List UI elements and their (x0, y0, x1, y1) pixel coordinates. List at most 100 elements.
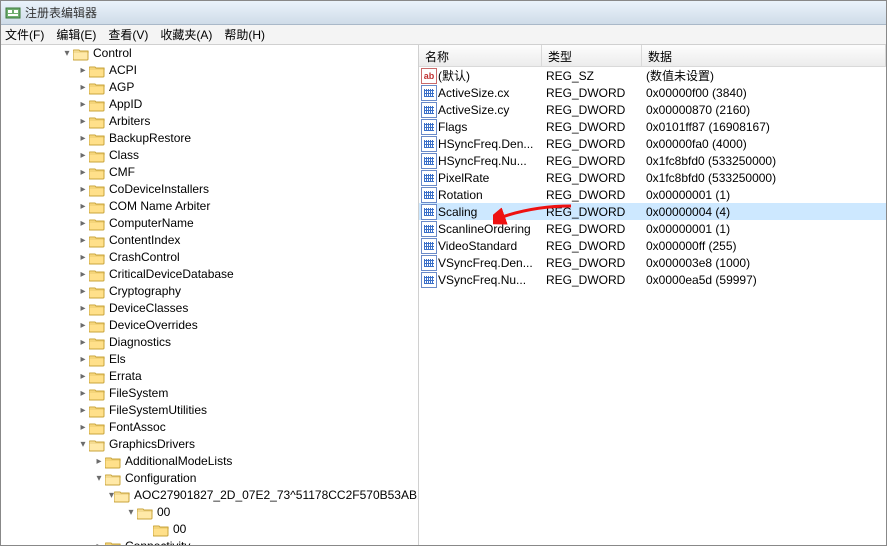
value-name: ScanlineOrdering (438, 222, 531, 236)
value-name: Scaling (438, 205, 477, 219)
tree-node[interactable]: ▸FontAssoc (77, 419, 418, 436)
value-data: 0x00000870 (2160) (642, 103, 886, 117)
collapse-icon[interactable]: ▾ (61, 48, 73, 60)
tree-node[interactable]: ▸Els (77, 351, 418, 368)
expand-icon[interactable]: ▸ (77, 218, 89, 230)
tree-node[interactable]: ▸Connectivity (93, 538, 418, 545)
tree-node[interactable]: ▸DeviceOverrides (77, 317, 418, 334)
expand-icon[interactable]: ▸ (77, 82, 89, 94)
expand-icon[interactable]: ▸ (77, 388, 89, 400)
tree-node[interactable]: ▾Control (61, 45, 418, 62)
tree-node[interactable]: ▸ComputerName (77, 215, 418, 232)
value-row[interactable]: HSyncFreq.Nu...REG_DWORD0x1fc8bfd0 (5332… (419, 152, 886, 169)
column-header-data[interactable]: 数据 (642, 45, 886, 66)
expand-icon[interactable]: ▸ (77, 405, 89, 417)
expand-icon[interactable]: ▸ (77, 65, 89, 77)
tree-node-label: COM Name Arbiter (107, 198, 212, 215)
tree-node[interactable]: ▸FileSystem (77, 385, 418, 402)
expand-icon[interactable]: ▸ (77, 252, 89, 264)
expand-icon[interactable]: ▸ (77, 150, 89, 162)
value-row[interactable]: ActiveSize.cyREG_DWORD0x00000870 (2160) (419, 101, 886, 118)
expand-icon[interactable]: ▸ (77, 320, 89, 332)
value-row[interactable]: FlagsREG_DWORD0x0101ff87 (16908167) (419, 118, 886, 135)
tree-node[interactable]: ▸Errata (77, 368, 418, 385)
tree-node[interactable]: ▸CMF (77, 164, 418, 181)
tree-node[interactable]: ▸AppID (77, 96, 418, 113)
folder-icon (89, 132, 105, 146)
value-data: 0x1fc8bfd0 (533250000) (642, 154, 886, 168)
expand-icon[interactable]: ▸ (77, 167, 89, 179)
expand-icon[interactable]: ▸ (77, 116, 89, 128)
expand-icon[interactable]: ▸ (77, 133, 89, 145)
collapse-icon[interactable]: ▾ (125, 507, 137, 519)
expand-icon[interactable]: ▸ (77, 354, 89, 366)
values-list: (默认)REG_SZ(数值未设置)ActiveSize.cxREG_DWORD0… (419, 67, 886, 288)
tree-node[interactable]: ▸Class (77, 147, 418, 164)
folder-icon (73, 47, 89, 61)
expand-icon[interactable]: ▸ (77, 286, 89, 298)
menu-view[interactable]: 查看(V) (108, 26, 148, 43)
value-data: 0x00000f00 (3840) (642, 86, 886, 100)
tree-node[interactable]: ▸ContentIndex (77, 232, 418, 249)
folder-icon (89, 387, 105, 401)
column-header-type[interactable]: 类型 (542, 45, 642, 66)
value-type: REG_DWORD (542, 256, 642, 270)
expand-icon[interactable]: ▸ (77, 303, 89, 315)
folder-icon (89, 200, 105, 214)
column-header-name[interactable]: 名称 (419, 45, 542, 66)
tree-node[interactable]: ▸ COM Name Arbiter (77, 198, 418, 215)
expand-icon[interactable]: ▸ (77, 235, 89, 247)
value-row[interactable]: PixelRateREG_DWORD0x1fc8bfd0 (533250000) (419, 169, 886, 186)
menu-edit[interactable]: 编辑(E) (56, 26, 96, 43)
tree-node[interactable]: ▸DeviceClasses (77, 300, 418, 317)
tree-node[interactable]: ·00 (141, 521, 418, 538)
value-data: 0x00000fa0 (4000) (642, 137, 886, 151)
menu-help[interactable]: 帮助(H) (224, 26, 265, 43)
expand-icon[interactable]: ▸ (77, 184, 89, 196)
value-row[interactable]: ActiveSize.cxREG_DWORD0x00000f00 (3840) (419, 84, 886, 101)
expand-icon[interactable]: ▸ (77, 337, 89, 349)
tree-node[interactable]: ▸AGP (77, 79, 418, 96)
value-row[interactable]: VSyncFreq.Den...REG_DWORD0x000003e8 (100… (419, 254, 886, 271)
folder-icon (89, 115, 105, 129)
tree-node[interactable]: ▾AOC27901827_2D_07E2_73^51178CC2F570B53A… (109, 487, 418, 504)
tree-node[interactable]: ▾00 (125, 504, 418, 521)
menu-fav[interactable]: 收藏夹(A) (160, 26, 212, 43)
tree-node[interactable]: ▸CriticalDeviceDatabase (77, 266, 418, 283)
folder-icon (89, 302, 105, 316)
value-row[interactable]: HSyncFreq.Den...REG_DWORD0x00000fa0 (400… (419, 135, 886, 152)
value-row[interactable]: (默认)REG_SZ(数值未设置) (419, 67, 886, 84)
tree-node[interactable]: ▾Configuration (93, 470, 418, 487)
dword-value-icon (421, 119, 437, 135)
tree-node[interactable]: ▾GraphicsDrivers (77, 436, 418, 453)
expand-icon[interactable]: ▸ (93, 456, 105, 468)
expand-icon[interactable]: ▸ (77, 201, 89, 213)
expand-icon[interactable]: ▸ (77, 422, 89, 434)
value-row[interactable]: RotationREG_DWORD0x00000001 (1) (419, 186, 886, 203)
tree-node[interactable]: ▸CrashControl (77, 249, 418, 266)
expand-icon[interactable]: ▸ (93, 541, 105, 546)
expand-icon[interactable]: ▸ (77, 99, 89, 111)
tree-node[interactable]: ▸CoDeviceInstallers (77, 181, 418, 198)
tree-node[interactable]: ▸ACPI (77, 62, 418, 79)
tree-node[interactable]: ▸Arbiters (77, 113, 418, 130)
expand-icon[interactable]: ▸ (77, 371, 89, 383)
tree-scroll[interactable]: ▾Control▸ACPI▸AGP▸AppID▸Arbiters▸BackupR… (1, 45, 418, 545)
value-row[interactable]: ScalingREG_DWORD0x00000004 (4) (419, 203, 886, 220)
tree-node[interactable]: ▸Cryptography (77, 283, 418, 300)
tree-node[interactable]: ▸FileSystemUtilities (77, 402, 418, 419)
value-row[interactable]: VSyncFreq.Nu...REG_DWORD0x0000ea5d (5999… (419, 271, 886, 288)
value-row[interactable]: VideoStandardREG_DWORD0x000000ff (255) (419, 237, 886, 254)
collapse-icon[interactable]: ▾ (77, 439, 89, 451)
value-row[interactable]: ScanlineOrderingREG_DWORD0x00000001 (1) (419, 220, 886, 237)
tree-node[interactable]: ▸BackupRestore (77, 130, 418, 147)
expand-icon[interactable]: ▸ (77, 269, 89, 281)
tree-node-label: AOC27901827_2D_07E2_73^51178CC2F570B53AB… (132, 487, 418, 504)
value-type: REG_DWORD (542, 273, 642, 287)
dword-value-icon (421, 153, 437, 169)
folder-icon (137, 506, 153, 520)
tree-node[interactable]: ▸Diagnostics (77, 334, 418, 351)
collapse-icon[interactable]: ▾ (93, 473, 105, 485)
tree-node[interactable]: ▸AdditionalModeLists (93, 453, 418, 470)
menu-file[interactable]: 文件(F) (5, 26, 44, 43)
